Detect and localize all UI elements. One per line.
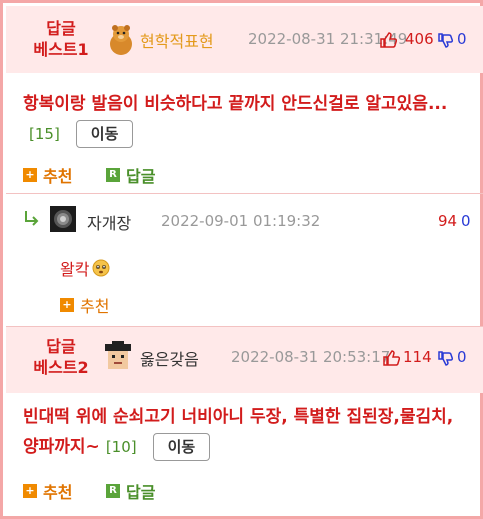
comment-date: 2022-08-31 20:53:17 (231, 348, 391, 366)
downvote-count: 0 (457, 30, 467, 48)
plus-square-icon: + (23, 168, 37, 182)
reply-button[interactable]: R 답글 (106, 479, 155, 503)
comment-date: 2022-09-01 01:19:32 (161, 212, 321, 230)
downvote-count: 0 (461, 212, 471, 230)
divider (6, 193, 483, 194)
upvote-count: 114 (403, 348, 432, 366)
comment-panel: 답글 베스트1 현학적표현 2022-08-31 21:31:49 406 0 … (0, 0, 483, 519)
r-square-icon: R (106, 168, 120, 182)
reply-button[interactable]: R 답글 (106, 163, 155, 187)
reply-body-1: 왈칵 (60, 256, 110, 280)
nickname[interactable]: 옳은갖음 (140, 346, 199, 370)
comment-text: 빈대떡 위에 순쇠고기 너비아니 두장, 특별한 집된장,물김치, 양파까지~ (23, 407, 454, 457)
recommend-button[interactable]: + 추천 (60, 293, 109, 317)
comment-text: 왈칵 (60, 260, 90, 279)
move-button[interactable]: 이동 (75, 120, 134, 148)
reply-arrow-icon (25, 211, 39, 226)
nickname[interactable]: 자개장 (87, 210, 131, 234)
reply-count[interactable]: [15] (29, 125, 60, 143)
plus-square-icon: + (60, 298, 74, 312)
sweat-emoji-icon (92, 259, 110, 277)
upvote-count: 406 (405, 30, 434, 48)
thumbs-down-icon[interactable] (438, 33, 454, 49)
plus-square-icon: + (23, 484, 37, 498)
recommend-button[interactable]: + 추천 (23, 479, 72, 503)
nickname[interactable]: 현학적표현 (140, 28, 214, 52)
avatar[interactable] (50, 206, 76, 232)
reply-count[interactable]: [10] (106, 438, 137, 456)
best-comment-1-header: 답글 베스트1 현학적표현 2022-08-31 21:31:49 406 0 (6, 6, 483, 73)
avatar[interactable] (106, 24, 136, 56)
comment-body-1: 항복이랑 발음이 비슷하다고 끝까지 안드신걸로 알고있음... [15] 이동 (23, 89, 473, 149)
best-label-1: 답글 베스트1 (33, 19, 89, 59)
recommend-button[interactable]: + 추천 (23, 163, 72, 187)
r-square-icon: R (106, 484, 120, 498)
comment-body-2: 빈대떡 위에 순쇠고기 너비아니 두장, 특별한 집된장,물김치, 양파까지~[… (23, 402, 473, 462)
thumbs-down-icon[interactable] (438, 351, 454, 367)
best-comment-2-header: 답글 베스트2 옳은갖음 2022-08-31 20:53:17 114 0 (6, 327, 483, 393)
thumbs-up-icon[interactable] (379, 31, 397, 49)
thumbs-up-icon[interactable] (382, 349, 400, 367)
avatar[interactable] (103, 341, 133, 371)
best-label-2: 답글 베스트2 (33, 337, 89, 377)
downvote-count: 0 (457, 348, 467, 366)
comment-text: 항복이랑 발음이 비슷하다고 끝까지 안드신걸로 알고있음... (23, 94, 448, 114)
upvote-count: 94 (438, 212, 458, 230)
move-button[interactable]: 이동 (152, 433, 211, 461)
